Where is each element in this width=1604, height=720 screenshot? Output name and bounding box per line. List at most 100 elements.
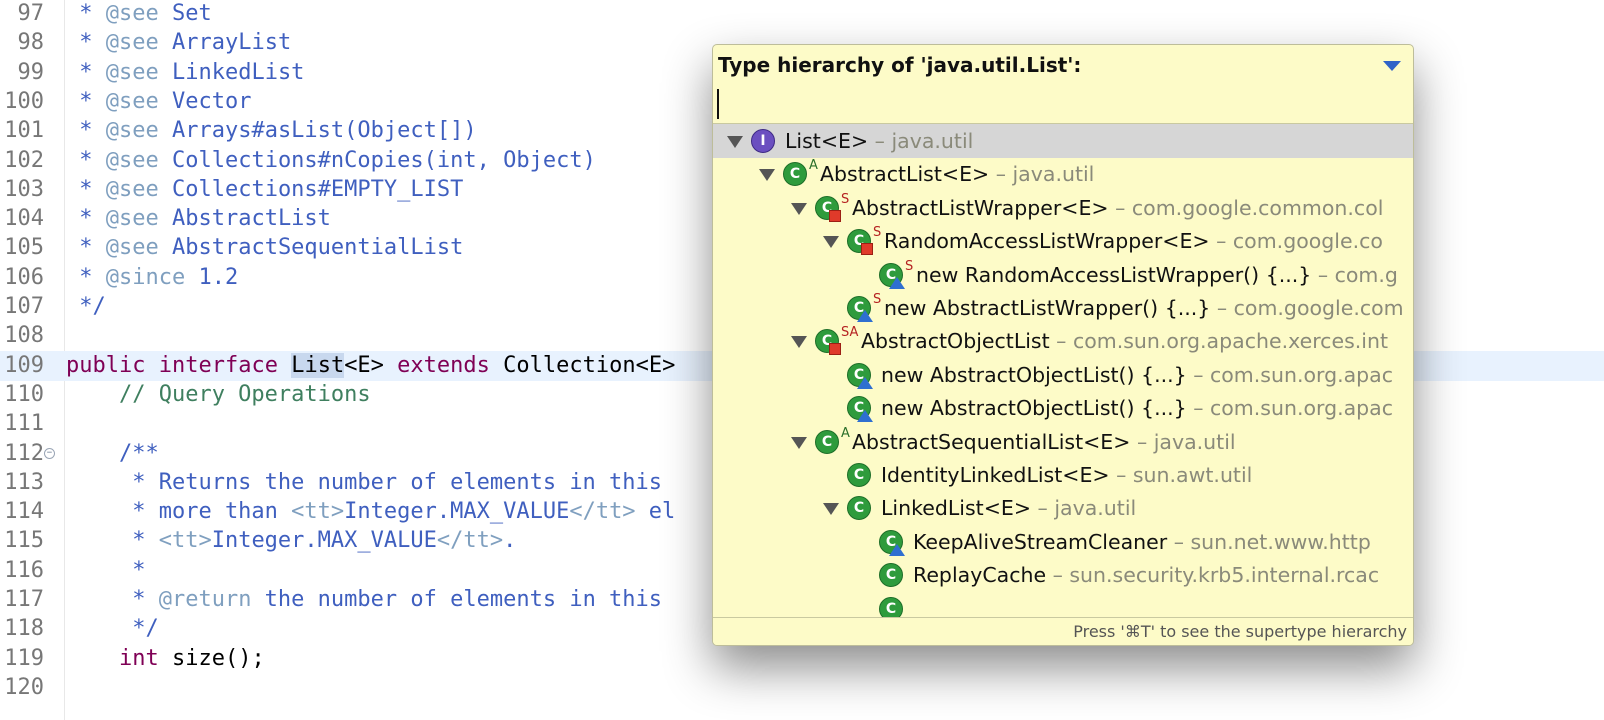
tree-item[interactable]: C S RandomAccessListWrapper<E> – com.googl… (713, 224, 1413, 258)
code-text: // Query Operations (66, 380, 371, 410)
code-text: * more than <tt>Integer.MAX_VALUE</tt> e… (66, 497, 675, 527)
code-token: @see (105, 206, 159, 232)
expand-triangle-icon[interactable] (791, 202, 807, 215)
code-token: @see (105, 118, 159, 144)
code-text: * @see Set (66, 0, 211, 29)
tree-item[interactable]: C ReplayCache – sun.security.krb5.interna… (713, 558, 1413, 592)
code-token: List (291, 352, 345, 378)
code-token: Collection<E> (489, 352, 676, 378)
code-token: . (503, 528, 517, 554)
code-text: * @see AbstractSequentialList (66, 233, 463, 263)
line-number: 101 (4, 118, 44, 144)
class-icon: C (783, 162, 807, 187)
code-token: @see (105, 88, 159, 114)
code-token: size(); (158, 645, 265, 671)
anonymous-class-icon (857, 410, 873, 423)
code-token: * (66, 88, 106, 114)
expand-triangle-icon[interactable] (791, 436, 807, 449)
code-text: * (66, 556, 145, 586)
tree-item[interactable]: C LinkedList<E> – java.util (713, 491, 1413, 525)
expand-triangle-icon[interactable] (823, 236, 839, 249)
code-token: extends (397, 352, 490, 378)
class-icon: C (847, 496, 871, 521)
tree-item[interactable]: I List<E> – java.util (713, 124, 1413, 158)
expand-triangle-icon[interactable] (823, 503, 839, 516)
tree-item-label: AbstractList<E> – java.util (820, 157, 1094, 191)
class-icon: C (879, 563, 903, 588)
tree-item-label: LinkedList<E> – java.util (881, 491, 1136, 525)
code-token: * (66, 235, 106, 261)
code-token: Arrays#asList(Object[]) (158, 118, 477, 144)
line-number: 109 (4, 352, 44, 378)
tree-item[interactable]: C KeepAliveStreamCleaner – sun.net.www.ht… (713, 525, 1413, 559)
type-name: RandomAccessListWrapper<E> (884, 229, 1210, 254)
fold-toggle-icon[interactable]: − (44, 447, 55, 459)
view-menu-chevron-down-icon[interactable] (1383, 61, 1401, 71)
type-name: AbstractObjectList (861, 329, 1050, 354)
package-name: – java.util (868, 129, 974, 153)
tree-item[interactable]: C Snew RandomAccessListWrapper() {...} – … (713, 258, 1413, 292)
expand-triangle-icon[interactable] (759, 169, 775, 182)
tree-item[interactable]: C A AbstractList<E> – java.util (713, 157, 1413, 191)
tree-item[interactable]: C A AbstractSequentialList<E> – java.util (713, 425, 1413, 459)
type-name: KeepAliveStreamCleaner (913, 529, 1168, 554)
code-line[interactable]: 119 int size(); (0, 644, 1604, 674)
popup-footer-hint: Press '⌘T' to see the supertype hierarch… (713, 617, 1413, 645)
line-number: 105 (4, 235, 44, 261)
tree-item[interactable]: Cnew AbstractObjectList() {...} – com.su… (713, 391, 1413, 425)
package-name: – com.sun.org.apac (1186, 396, 1394, 421)
code-token: * (66, 176, 106, 202)
code-token: Integer.MAX_VALUE (211, 528, 437, 554)
tree-item-label: RandomAccessListWrapper<E> – com.google.… (884, 224, 1383, 258)
code-token: @see (105, 176, 159, 202)
code-token: el (635, 499, 676, 525)
line-number: 98 (17, 30, 45, 56)
code-token: * more than (66, 499, 292, 525)
code-token: int (118, 645, 159, 671)
code-token: AbstractList (158, 206, 331, 232)
tree-item[interactable]: C (713, 592, 1413, 618)
hierarchy-tree[interactable]: I List<E> – java.util C A AbstractList<E> – … (713, 123, 1413, 618)
expand-triangle-icon[interactable] (727, 136, 743, 148)
type-name: new AbstractListWrapper() {...} (884, 296, 1211, 320)
code-token: public (66, 352, 146, 378)
code-text: * <tt>Integer.MAX_VALUE</tt>. (66, 526, 516, 556)
code-token: * (66, 587, 159, 612)
type-name: ReplayCache (913, 563, 1047, 588)
tree-item[interactable]: C SA AbstractObjectList – com.sun.org.apac… (713, 324, 1413, 358)
code-token: Collections#nCopies(int, Object) (158, 147, 596, 173)
code-text: * @see LinkedList (66, 58, 304, 88)
tree-item-label: new RandomAccessListWrapper() {...} – co… (916, 258, 1398, 292)
line-number: 119 (4, 645, 44, 671)
modifier-letter-icon: A (809, 158, 818, 174)
type-name: LinkedList<E> (881, 496, 1032, 521)
popup-title: Type hierarchy of 'java.util.List': (718, 53, 1082, 77)
expand-triangle-icon[interactable] (791, 336, 807, 349)
type-name: AbstractSequentialList<E> (852, 429, 1131, 454)
code-token: * (66, 557, 146, 583)
static-modifier-icon (829, 209, 841, 222)
code-token: */ (66, 616, 159, 642)
code-text: /** (66, 439, 159, 469)
code-token: Vector (158, 88, 252, 114)
filter-input[interactable] (717, 89, 1401, 119)
line-number: 113 (4, 469, 44, 495)
type-name: List<E> (785, 129, 869, 153)
line-number: 110 (4, 381, 44, 407)
tree-item[interactable]: C Snew AbstractListWrapper() {...} – com.… (713, 291, 1413, 325)
code-text: * @see Arrays#asList(Object[]) (66, 116, 477, 146)
code-token: Collections#EMPTY_LIST (158, 176, 464, 202)
tree-item[interactable]: C S AbstractListWrapper<E> – com.google.co… (713, 191, 1413, 225)
line-number: 112 (4, 440, 44, 466)
tree-item-label: AbstractSequentialList<E> – java.util (852, 425, 1236, 459)
code-token: <E> (344, 352, 398, 378)
code-token: the number of elements in this (251, 587, 663, 612)
tree-item[interactable]: Cnew AbstractObjectList() {...} – com.su… (713, 358, 1413, 392)
line-number: 114 (4, 499, 44, 525)
code-line[interactable]: 97 * @see Set (0, 0, 1604, 29)
package-name: – java.util (989, 162, 1095, 187)
code-line[interactable]: 120 (0, 673, 1604, 703)
tree-item[interactable]: C IdentityLinkedList<E> – sun.awt.util (713, 458, 1413, 492)
anonymous-class-icon (857, 310, 873, 322)
